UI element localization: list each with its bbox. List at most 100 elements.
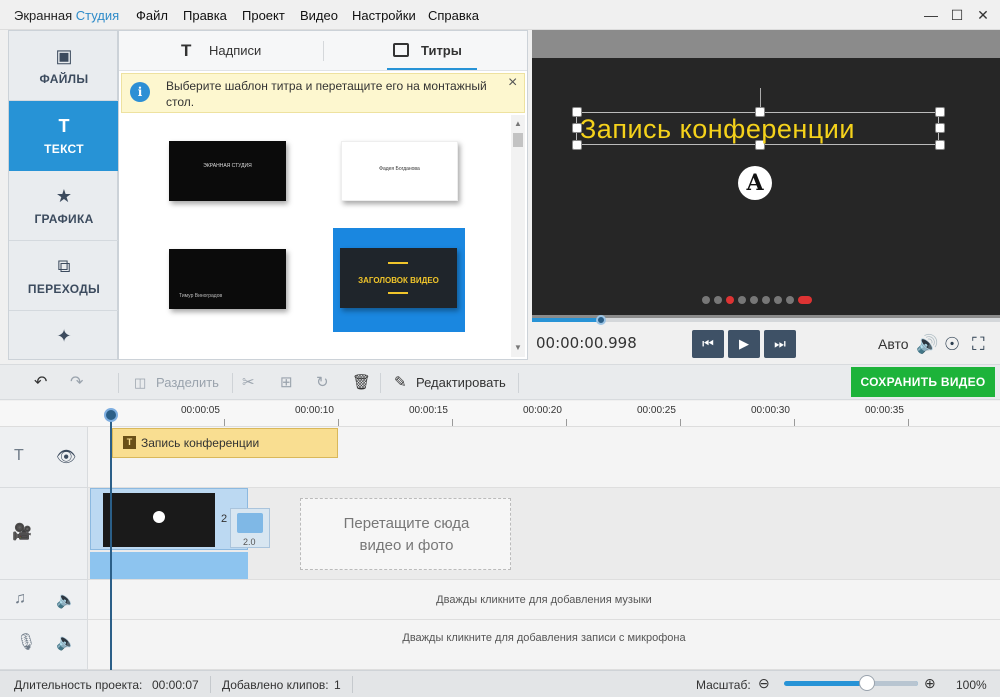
close-notice-icon[interactable]: ×: [508, 74, 517, 92]
hangup-icon: [798, 296, 812, 304]
title-clip-icon: T: [123, 436, 136, 449]
scissors-icon[interactable]: ✂: [242, 373, 255, 391]
ruler-tick: [338, 419, 339, 426]
fullscreen-icon[interactable]: ⛶: [972, 334, 985, 355]
tab-separator: [323, 41, 324, 61]
redo-icon[interactable]: ↷: [70, 372, 83, 392]
resize-handle[interactable]: [935, 140, 945, 150]
call-control-icon: [750, 296, 758, 304]
ruler-tick: [680, 419, 681, 426]
ruler-label: 00:00:05: [181, 405, 220, 416]
zoom-in-icon[interactable]: ⊕: [924, 675, 936, 692]
camera-icon[interactable]: ☉: [944, 334, 960, 355]
scroll-thumb[interactable]: [513, 133, 523, 147]
status-separator: [352, 676, 353, 693]
maximize-icon[interactable]: ☐: [944, 4, 970, 26]
info-icon: i: [130, 82, 150, 102]
trash-icon[interactable]: 🗑: [352, 373, 371, 391]
menu-project[interactable]: Проект: [242, 8, 285, 23]
sidebar-item-effects[interactable]: ✦: [9, 311, 119, 359]
scroll-up-icon[interactable]: ▲: [514, 119, 522, 128]
call-control-icon: [786, 296, 794, 304]
rotate-icon[interactable]: ↻: [316, 373, 329, 391]
notice-text: Выберите шаблон титра и перетащите его н…: [166, 79, 487, 109]
preview-progress-fill: [532, 318, 602, 322]
edit-icon[interactable]: ✎: [394, 373, 407, 391]
next-frame-button[interactable]: ⏭: [764, 330, 796, 358]
prev-frame-button[interactable]: ⏮: [692, 330, 724, 358]
close-icon[interactable]: ✕: [970, 4, 996, 26]
preview-progress-knob[interactable]: [596, 315, 606, 325]
transition-block[interactable]: 2.0: [230, 508, 270, 548]
panel-scrollbar[interactable]: ▲ ▼: [511, 115, 525, 357]
menu-file[interactable]: Файл: [136, 8, 168, 23]
resize-handle[interactable]: [935, 123, 945, 133]
logo-icon: A: [738, 166, 772, 200]
scroll-down-icon[interactable]: ▼: [514, 343, 522, 352]
menu-edit[interactable]: Правка: [183, 8, 227, 23]
volume-icon[interactable]: 🔈: [56, 590, 76, 610]
toolbar-separator: [380, 373, 381, 393]
template-thumbnail[interactable]: Тимур Виноградов: [169, 249, 286, 309]
volume-icon[interactable]: 🔈: [56, 632, 76, 652]
tab-captions[interactable]: Надписи: [209, 31, 261, 71]
video-camera-icon: 🎥: [12, 524, 32, 541]
resize-handle[interactable]: [935, 107, 945, 117]
minimize-icon[interactable]: —: [918, 4, 944, 26]
preview-frame: Запись конференции A: [532, 58, 1000, 315]
preview-caption[interactable]: Запись конференции: [580, 114, 855, 145]
call-control-icon: [738, 296, 746, 304]
toolbar-separator: [118, 373, 119, 393]
playhead-knob[interactable]: [104, 408, 118, 422]
menu-help[interactable]: Справка: [428, 8, 479, 23]
eye-icon[interactable]: 👁: [56, 447, 76, 467]
mic-hint: Дважды кликните для добавления записи с …: [402, 632, 686, 644]
timeline-ruler[interactable]: 00:00:05 00:00:10 00:00:15 00:00:20 00:0…: [0, 401, 1000, 427]
template-thumbnail[interactable]: Фадея Богданова: [341, 141, 458, 201]
volume-icon[interactable]: 🔊: [916, 334, 938, 355]
zoom-out-icon[interactable]: ⊖: [758, 675, 770, 692]
template-text: Тимур Виноградов: [179, 293, 223, 299]
sidebar-item-transitions[interactable]: ⧉ ПЕРЕХОДЫ: [9, 241, 119, 311]
call-control-icon: [774, 296, 782, 304]
menu-video[interactable]: Видео: [300, 8, 338, 23]
crop-icon[interactable]: ⊞: [280, 373, 293, 391]
edit-toolbar: ↶ ↷ ◫ Разделить ✂ ⊞ ↻ 🗑 ✎ Редактировать: [0, 364, 1000, 400]
video-clip[interactable]: 2: [90, 488, 248, 550]
sidebar-item-files[interactable]: ▣ ФАЙЛЫ: [9, 31, 119, 101]
transition-duration: 2.0: [243, 537, 256, 547]
media-dropzone[interactable]: Перетащите сюда видео и фото: [300, 498, 511, 570]
tab-titles[interactable]: Титры: [421, 31, 462, 71]
ruler-label: 00:00:15: [409, 405, 448, 416]
clips-label: Добавлено клипов:: [222, 678, 329, 692]
templates-panel: T Надписи Титры i Выберите шаблон титра …: [118, 30, 528, 360]
template-thumbnail[interactable]: ЭКРАННАЯ СТУДИЯ: [169, 141, 286, 201]
title-clip[interactable]: T Запись конференции: [112, 428, 338, 458]
app-title-part2: Студия: [75, 8, 120, 23]
magic-wand-icon: ✦: [56, 326, 72, 346]
active-tab-indicator: [387, 68, 477, 70]
sidebar-item-label: ГРАФИКА: [34, 212, 94, 226]
split-icon[interactable]: ◫: [134, 375, 146, 391]
music-icon: ♫: [14, 590, 26, 607]
mute-icon: [726, 296, 734, 304]
ruler-label: 00:00:10: [295, 405, 334, 416]
play-button[interactable]: ▶: [728, 330, 760, 358]
save-video-button[interactable]: СОХРАНИТЬ ВИДЕО: [851, 367, 995, 397]
template-thumbnail[interactable]: ЗАГОЛОВОК ВИДЕО: [340, 248, 457, 308]
duration-label: Длительность проекта:: [14, 678, 143, 692]
ruler-label: 00:00:35: [865, 405, 904, 416]
quality-selector[interactable]: Авто: [878, 336, 909, 352]
sidebar-item-text[interactable]: T ТЕКСТ: [9, 101, 128, 171]
mic-track[interactable]: [88, 620, 1000, 670]
template-text: Фадея Богданова: [379, 166, 420, 172]
zoom-slider-knob[interactable]: [859, 675, 875, 691]
split-button[interactable]: Разделить: [156, 375, 219, 390]
sidebar-item-graphics[interactable]: ★ ГРАФИКА: [9, 171, 119, 241]
menu-settings[interactable]: Настройки: [352, 8, 416, 23]
audio-waveform: [90, 552, 248, 579]
template-selected-frame[interactable]: ЗАГОЛОВОК ВИДЕО: [333, 228, 465, 332]
undo-icon[interactable]: ↶: [34, 372, 47, 392]
template-accent-line: [388, 292, 408, 294]
edit-button[interactable]: Редактировать: [416, 375, 506, 390]
